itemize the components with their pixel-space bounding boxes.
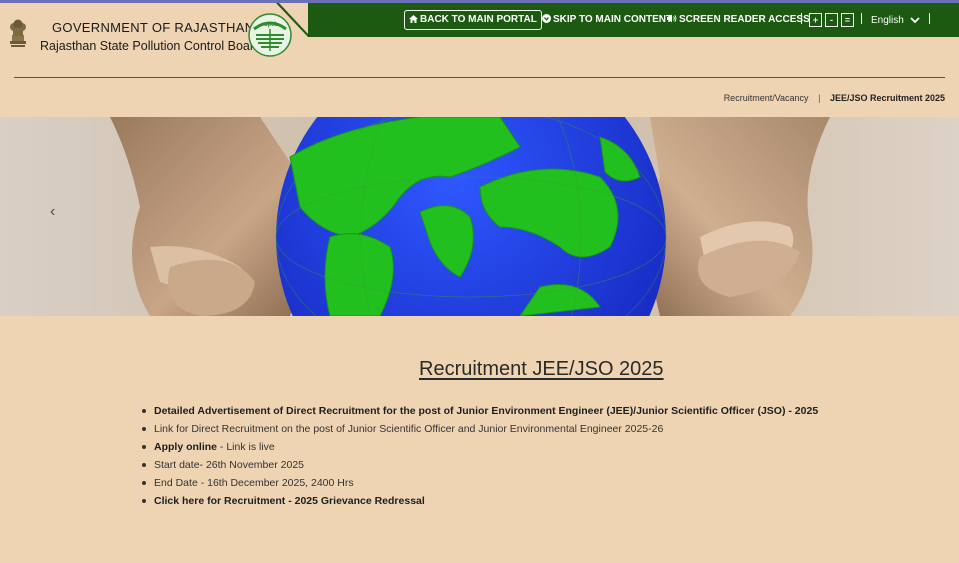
back-to-main-portal-label: BACK TO MAIN PORTAL — [420, 14, 537, 25]
list-item: Apply online - Link is live — [141, 438, 818, 456]
list-item: Detailed Advertisement of Direct Recruit… — [141, 402, 818, 420]
font-decrease-button[interactable]: - — [825, 13, 838, 27]
language-select[interactable]: English — [871, 15, 922, 26]
topbar-separator — [861, 13, 862, 24]
breadcrumb-current: JEE/JSO Recruitment 2025 — [829, 93, 945, 103]
topbar-separator — [801, 13, 802, 24]
font-reset-button[interactable]: = — [841, 13, 854, 27]
breadcrumb-recruitment-vacancy[interactable]: Recruitment/Vacancy — [724, 93, 809, 103]
list-item: Link for Direct Recruitment on the post … — [141, 420, 818, 438]
screen-reader-access-link[interactable]: SCREEN READER ACCESS — [667, 14, 810, 25]
topbar-separator — [929, 13, 930, 24]
start-date-text: Start date- 26th November 2025 — [154, 459, 305, 472]
apply-online-link[interactable]: Apply online — [154, 441, 217, 453]
grievance-redressal-link[interactable]: Click here for Recruitment - 2025 Grieva… — [154, 495, 425, 507]
speaker-icon — [667, 14, 677, 23]
skip-to-main-content-label: SKIP TO MAIN CONTENT — [553, 14, 673, 25]
carousel-prev-button[interactable]: ‹ — [50, 203, 55, 221]
topbar-slant-inner — [279, 3, 308, 34]
hero-banner — [0, 117, 959, 316]
board-title: Rajasthan State Pollution Control Board — [40, 39, 261, 53]
end-date-text: End Date - 16th December 2025, 2400 Hrs — [154, 477, 354, 490]
skip-to-main-content-link[interactable]: SKIP TO MAIN CONTENT — [542, 14, 672, 25]
list-item: Start date- 26th November 2025 — [141, 456, 818, 474]
list-item: End Date - 16th December 2025, 2400 Hrs — [141, 474, 818, 492]
recruitment-list: Detailed Advertisement of Direct Recruit… — [141, 402, 818, 511]
back-to-main-portal-button[interactable]: BACK TO MAIN PORTAL — [404, 10, 542, 30]
page-title: Recruitment JEE/JSO 2025 — [419, 358, 664, 380]
breadcrumb-separator: | — [818, 93, 821, 103]
list-item: Click here for Recruitment - 2025 Grieva… — [141, 492, 818, 510]
detailed-advertisement-link[interactable]: Detailed Advertisement of Direct Recruit… — [154, 405, 818, 417]
screen-reader-access-label: SCREEN READER ACCESS — [679, 14, 810, 25]
home-icon — [409, 15, 418, 23]
hands-holding-globe-image — [0, 117, 959, 316]
header-divider — [14, 77, 945, 78]
government-title: GOVERNMENT OF RAJASTHAN — [52, 20, 255, 35]
direct-recruitment-link-text[interactable]: Link for Direct Recruitment on the post … — [154, 423, 663, 435]
arrow-circle-icon — [542, 14, 551, 23]
chevron-down-icon — [909, 17, 920, 24]
state-emblem-icon — [10, 19, 26, 47]
breadcrumb: Recruitment/Vacancy | JEE/JSO Recruitmen… — [724, 93, 945, 103]
apply-online-status: - Link is live — [217, 441, 275, 454]
font-increase-button[interactable]: + — [809, 13, 822, 27]
language-label: English — [871, 15, 904, 26]
